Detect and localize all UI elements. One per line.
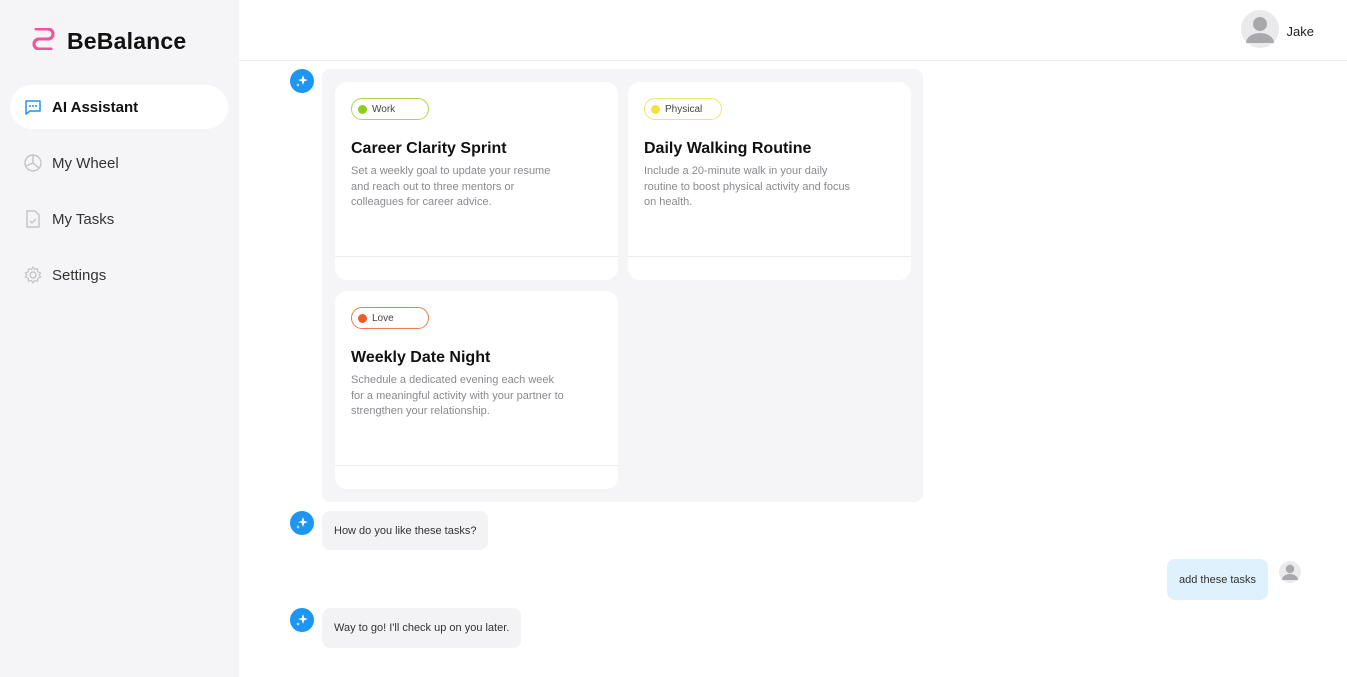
message-text: add these tasks [1179,573,1257,586]
assistant-avatar-icon [290,69,314,93]
tag-label: Work [372,103,396,115]
user-name: Jake [1286,24,1314,39]
assistant-message: How do you like these tasks? [322,511,489,550]
tag-dot [358,313,367,323]
avatar [1240,10,1279,53]
sidebar-item-label: My Tasks [52,210,115,228]
tag-label: Physical [665,103,703,115]
brand-name: BeBalance [67,28,187,54]
card-divider [335,465,618,466]
category-tag: Work [351,98,429,120]
task-description: Include a 20-minute walk in your daily r… [644,165,851,208]
sidebar-item-label: AI Assistant [52,98,139,116]
category-tag: Physical [644,98,722,120]
tag-dot [651,104,660,114]
assistant-message: Way to go! I'll check up on you later. [322,608,522,648]
sidebar-item-my-tasks[interactable]: My Tasks [10,197,228,241]
category-tag: Love [351,307,429,329]
chat-icon [24,98,42,116]
user-menu[interactable]: Jake [1240,10,1314,53]
sidebar: BeBalance AI Assistant My Wheel My Tasks… [0,0,239,677]
task-suggestions-panel: Work Career Clarity Sprint Set a weekly … [322,69,923,502]
message-text: How do you like these tasks? [334,524,477,537]
task-card[interactable]: Physical Daily Walking Routine Include a… [628,82,911,280]
brand-logo-icon [30,27,57,55]
gear-icon [24,266,42,284]
tasks-icon [24,210,42,228]
tag-dot [358,104,367,114]
sidebar-item-settings[interactable]: Settings [10,253,228,297]
assistant-avatar-icon [290,608,314,632]
task-card[interactable]: Love Weekly Date Night Schedule a dedica… [335,291,618,489]
task-title: Daily Walking Routine [644,140,812,157]
assistant-avatar-icon [290,511,314,535]
task-card[interactable]: Work Career Clarity Sprint Set a weekly … [335,82,618,280]
sidebar-item-label: Settings [52,266,107,284]
task-description: Schedule a dedicated evening each week f… [351,374,564,417]
sidebar-item-label: My Wheel [52,154,119,172]
brand[interactable]: BeBalance [30,27,187,55]
top-bar: Jake [239,0,1347,61]
wheel-icon [24,154,42,172]
sidebar-item-my-wheel[interactable]: My Wheel [10,141,228,185]
card-divider [628,256,911,257]
task-description: Set a weekly goal to update your resume … [351,165,551,208]
sidebar-item-ai-assistant[interactable]: AI Assistant [10,85,228,129]
task-title: Weekly Date Night [351,349,491,366]
message-text: Way to go! I'll check up on you later. [334,622,510,634]
task-title: Career Clarity Sprint [351,140,507,157]
user-message: add these tasks [1167,559,1269,600]
card-divider [335,256,618,257]
tag-label: Love [372,312,394,324]
user-avatar-icon [1279,561,1301,583]
